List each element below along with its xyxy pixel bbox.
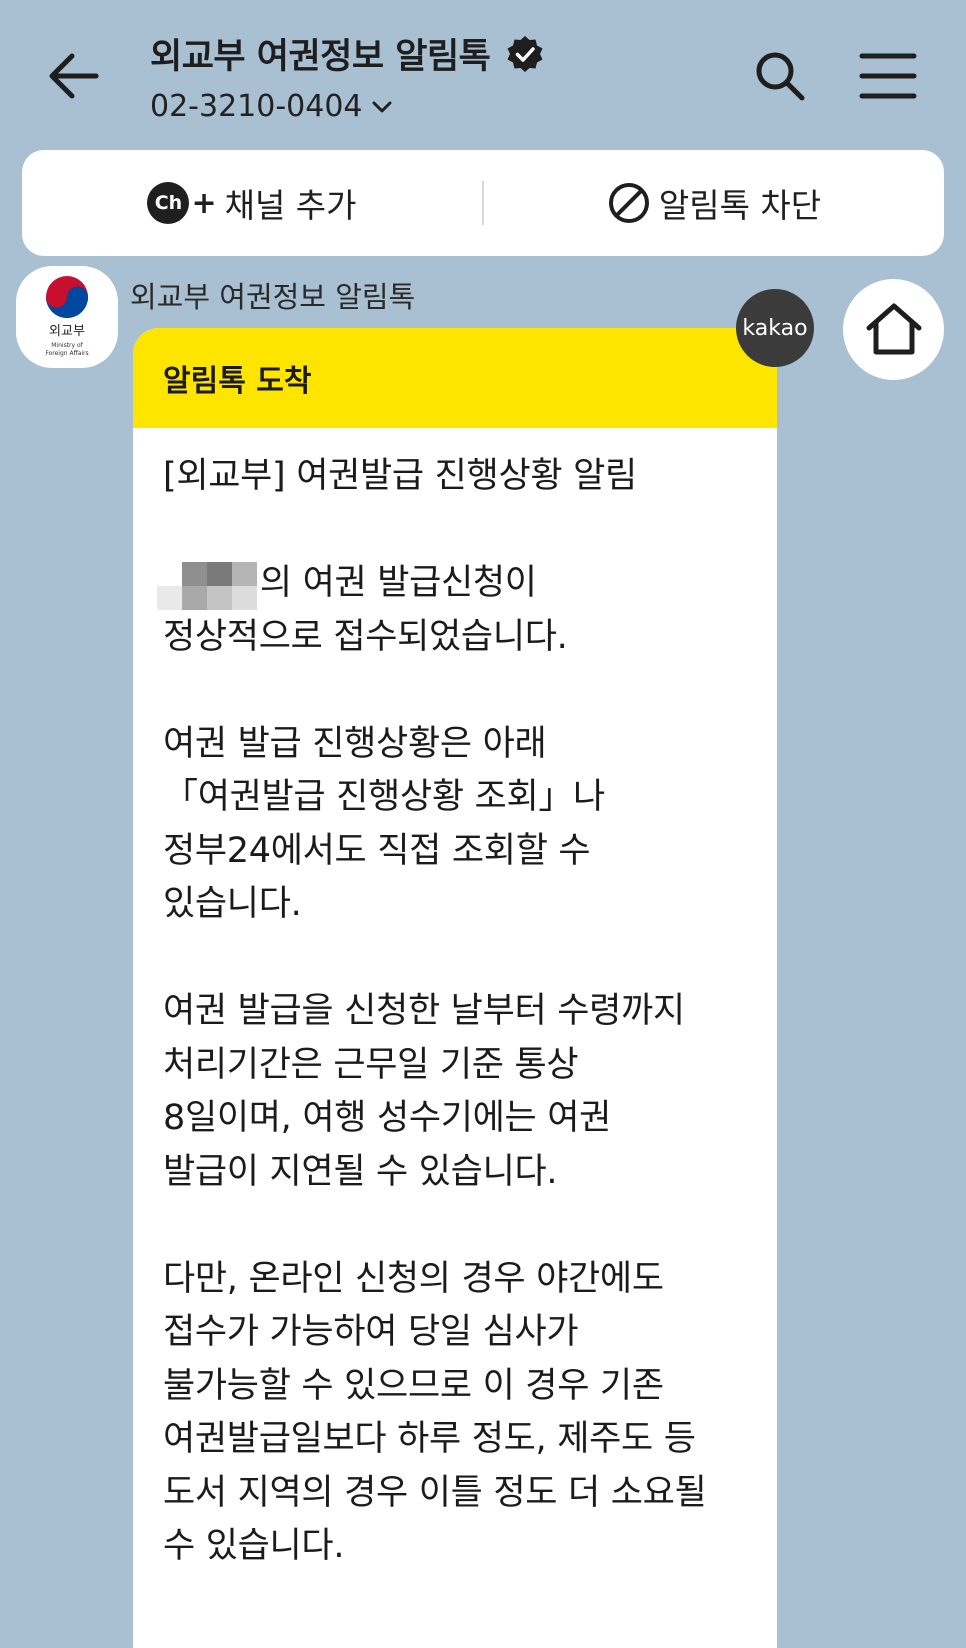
phone-number: 02-3210-0404: [150, 89, 363, 124]
home-icon: [866, 303, 921, 354]
kakao-badge[interactable]: kakao: [736, 289, 814, 367]
block-alimtalk-button[interactable]: 알림톡 차단: [484, 150, 944, 256]
chevron-down-icon: [372, 101, 392, 112]
svg-text:외교부: 외교부: [49, 324, 85, 339]
alimtalk-message-bubble: 알림톡 도착 [외교부] 여권발급 진행상황 알림 님의 여권 발급신청이 정상…: [133, 328, 777, 1648]
mofa-logo-icon: 외교부 Ministry of Foreign Affairs: [45, 276, 89, 357]
sender-name: 외교부 여권정보 알림톡: [130, 280, 416, 314]
redacted-name: [157, 562, 257, 610]
channel-title: 외교부 여권정보 알림톡: [150, 37, 491, 77]
block-alimtalk-label: 알림톡 차단: [658, 186, 822, 225]
hamburger-menu-icon[interactable]: [858, 50, 918, 102]
channel-plus-icon: Ch +: [147, 182, 217, 224]
svg-text:Foreign Affairs: Foreign Affairs: [45, 350, 88, 357]
channel-info: 외교부 여권정보 알림톡 02-3210-0404: [150, 28, 545, 124]
verified-badge-icon: [507, 35, 543, 72]
phone-number-dropdown[interactable]: 02-3210-0404: [150, 89, 545, 124]
block-icon: [608, 183, 649, 223]
search-icon[interactable]: [752, 48, 808, 104]
add-channel-label: 채널 추가: [224, 186, 357, 225]
add-channel-button[interactable]: Ch + 채널 추가: [22, 150, 482, 256]
svg-text:Ministry of: Ministry of: [51, 342, 83, 349]
back-arrow-icon[interactable]: [42, 44, 106, 108]
message-header: 알림톡 도착: [133, 328, 777, 428]
home-button[interactable]: [843, 279, 944, 380]
channel-action-bar: Ch + 채널 추가 알림톡 차단: [22, 150, 944, 256]
sender-avatar[interactable]: 외교부 Ministry of Foreign Affairs: [16, 266, 118, 368]
top-bar: 외교부 여권정보 알림톡 02-3210-0404: [0, 0, 966, 148]
